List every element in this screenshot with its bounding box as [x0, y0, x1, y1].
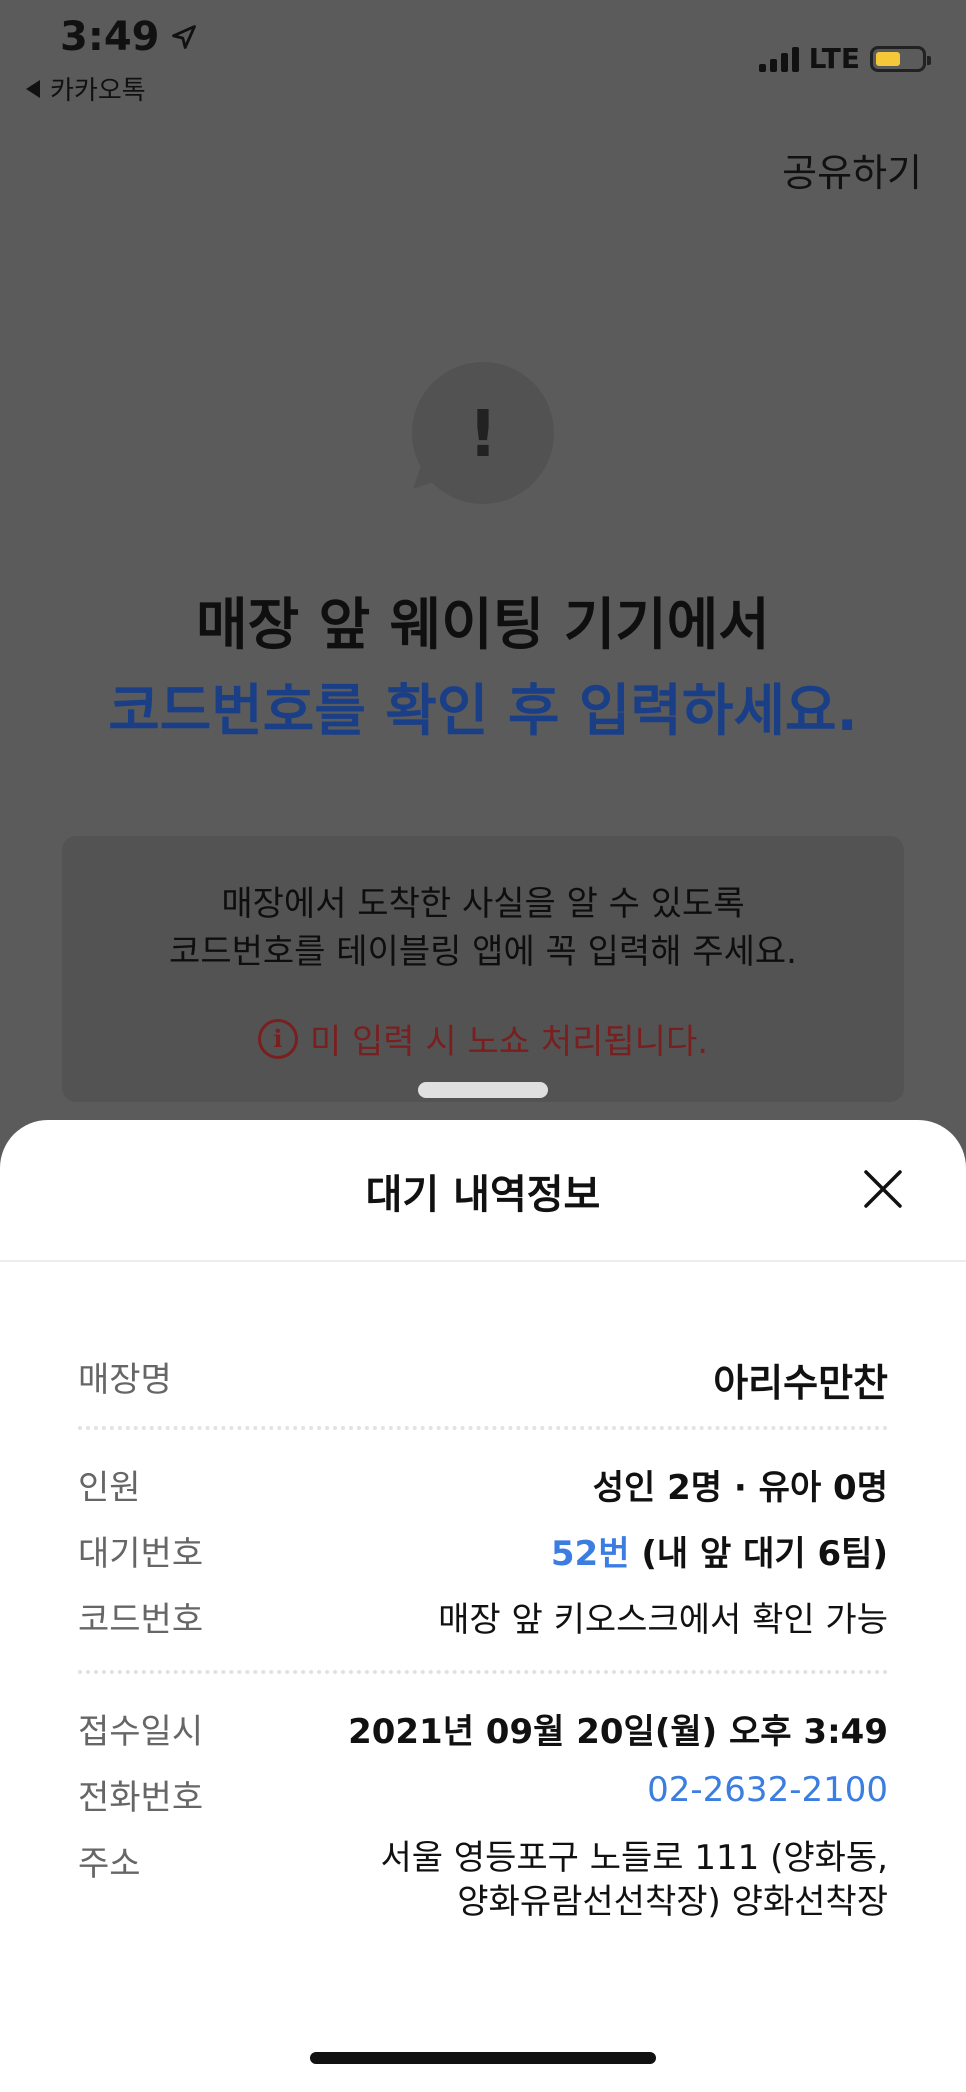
- sheet-drag-handle[interactable]: [418, 1082, 548, 1098]
- instruction-line2: 코드번호를 테이블링 앱에 꼭 입력해 주세요.: [169, 932, 797, 972]
- wait-number-value: 52번 (내 앞 대기 6팀): [551, 1526, 888, 1575]
- address-label: 주소: [78, 1844, 141, 1884]
- back-triangle-icon: [26, 79, 40, 98]
- address-value: 서울 영등포구 노들로 111 (양화동, 양화유람선선착장) 양화선착장: [380, 1836, 888, 1924]
- address-line2: 양화유람선선착장) 양화선착장: [457, 1882, 888, 1922]
- wait-details-sheet: 대기 내역정보 매장명 아리수만찬 인원 성인 2명 · 유아 0명 대기번호 …: [0, 1120, 966, 2092]
- wait-number-label: 대기번호: [78, 1534, 204, 1574]
- wait-number-row: 대기번호 52번 (내 앞 대기 6팀): [78, 1526, 888, 1575]
- party-row: 인원 성인 2명 · 유아 0명: [78, 1460, 888, 1509]
- wait-number: 52번: [550, 1534, 630, 1574]
- received-value: 2021년 09월 20일(월) 오후 3:49: [348, 1712, 888, 1752]
- phone-row: 전화번호 02-2632-2100: [78, 1770, 888, 1819]
- info-circle-icon: i: [257, 1018, 298, 1059]
- code-row: 코드번호 매장 앞 키오스크에서 확인 가능: [78, 1592, 888, 1641]
- back-app-label: 카카오톡: [50, 76, 146, 106]
- status-time: 3:49: [60, 14, 198, 60]
- party-value: 성인 2명 · 유아 0명: [592, 1468, 888, 1508]
- instruction-line1: 매장에서 도착한 사실을 알 수 있도록: [221, 884, 745, 924]
- noshow-warning: i 미 입력 시 노쇼 처리됩니다.: [62, 1014, 904, 1063]
- sheet-title: 대기 내역정보: [365, 1172, 601, 1218]
- address-line1: 서울 영등포구 노들로 111 (양화동,: [380, 1838, 888, 1878]
- received-label: 접수일시: [78, 1712, 204, 1752]
- store-value: 아리수만찬: [713, 1361, 888, 1405]
- location-arrow-icon: [171, 25, 196, 49]
- code-label: 코드번호: [78, 1600, 204, 1640]
- close-icon[interactable]: [862, 1168, 904, 1210]
- battery-fill: [876, 51, 901, 66]
- status-time-text: 3:49: [60, 14, 160, 60]
- signal-bars-icon: [758, 46, 799, 72]
- headline-line1: 매장 앞 웨이팅 기기에서: [196, 593, 770, 658]
- back-to-app-link[interactable]: 카카오톡: [26, 70, 146, 107]
- phone-label: 전화번호: [78, 1778, 204, 1818]
- dotted-divider: [78, 1670, 888, 1674]
- network-label: LTE: [808, 42, 860, 75]
- status-indicators: LTE: [758, 42, 931, 75]
- wait-ahead: (내 앞 대기 6팀): [641, 1534, 888, 1574]
- code-value: 매장 앞 키오스크에서 확인 가능: [438, 1600, 888, 1640]
- received-row: 접수일시 2021년 09월 20일(월) 오후 3:49: [78, 1704, 888, 1753]
- battery-icon: [870, 45, 931, 72]
- instruction-box: 매장에서 도착한 사실을 알 수 있도록 코드번호를 테이블링 앱에 꼭 입력해…: [62, 836, 904, 1102]
- store-label: 매장명: [78, 1360, 172, 1400]
- dotted-divider: [78, 1426, 888, 1430]
- party-label: 인원: [78, 1468, 141, 1508]
- phone-link[interactable]: 02-2632-2100: [647, 1770, 888, 1819]
- noshow-warning-text: 미 입력 시 노쇼 처리됩니다.: [309, 1022, 709, 1062]
- home-indicator[interactable]: [310, 2052, 656, 2064]
- headline-line2: 코드번호를 확인 후 입력하세요.: [108, 679, 858, 744]
- store-row: 매장명 아리수만찬: [78, 1352, 888, 1407]
- share-button[interactable]: 공유하기: [782, 142, 922, 197]
- sheet-divider: [0, 1260, 966, 1262]
- exclamation-mark: !: [468, 398, 498, 472]
- address-row: 주소 서울 영등포구 노들로 111 (양화동, 양화유람선선착장) 양화선착장: [78, 1836, 888, 1924]
